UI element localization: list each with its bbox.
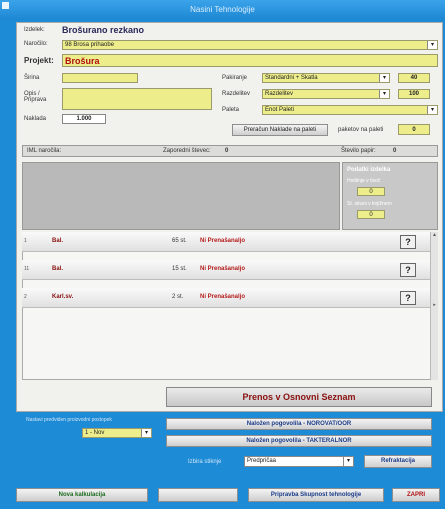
row-number: 1	[24, 238, 27, 244]
sirina-field[interactable]	[62, 73, 138, 83]
pakiranje-value: Standardni + Škatla	[265, 75, 318, 81]
narocilo-label: Naročilo:	[24, 41, 48, 47]
scroll-up-icon[interactable]: ▲	[431, 232, 438, 238]
nalozen-takteralnor-button[interactable]: Naložen pogovolila - TAKTERALNOR	[166, 435, 432, 447]
row-number: 11	[24, 266, 30, 272]
razdelitev-number[interactable]: 100	[398, 89, 430, 99]
naklada-label: Naklada	[24, 116, 47, 122]
paketov-label: paketov na paleti	[338, 127, 384, 133]
nova-kalkulacija-button[interactable]: Nova kalkulacija	[16, 488, 148, 502]
razdelitev-select[interactable]: Razdelitev ▾	[262, 89, 390, 99]
row-kind: Bal.	[52, 238, 64, 244]
zaporedni-value: 0	[225, 148, 229, 154]
izbira-label: Izbira stiknje	[188, 459, 222, 465]
iml-label: IML naročila:	[27, 148, 62, 154]
izdelek-label: Izdelek:	[24, 27, 45, 33]
pakiranje-label: Pakiranje	[222, 75, 248, 81]
projekt-value: Brošura	[65, 56, 100, 66]
izbira-select[interactable]: Predpričaa ▾	[244, 456, 354, 467]
refraktacija-button[interactable]: Refraktacija	[364, 455, 432, 468]
row-status: Ni Prenašanaljo	[200, 294, 246, 300]
nalozen-norovat-button[interactable]: Naložen pogovolila - NOROVAT/OOR	[166, 418, 432, 430]
izbira-value: Predpričaa	[247, 458, 277, 464]
info-bar: IML naročila: Zaporedni števec: 0 Števil…	[22, 145, 438, 157]
chevron-down-icon[interactable]: ▾	[427, 106, 437, 114]
list-item[interactable]: 2 Karl.sv. 2 st. Ni Prenašanaljo ?	[22, 288, 430, 308]
prenos-button[interactable]: Prenos v Osnovni Seznam	[166, 387, 432, 407]
projekt-label: Projekt:	[24, 56, 54, 65]
window-titlebar: Nasini Tehnologije	[0, 0, 445, 20]
side-field2-label: St. strani v knjižnem	[347, 201, 392, 207]
paleta-select[interactable]: Enot Paleti ▾	[262, 105, 438, 115]
row-kind: Karl.sv.	[52, 294, 74, 300]
projekt-field[interactable]: Brošura	[62, 54, 438, 67]
preracun-button[interactable]: Preračun Naklade na paleti	[232, 124, 328, 136]
razdelitev-label: Razdelitev	[222, 91, 251, 97]
chevron-down-icon[interactable]: ▾	[379, 90, 389, 98]
list-item[interactable]: 11 Bal. 15 st. Ni Prenašanaljo ?	[22, 260, 430, 280]
help-icon[interactable]: ?	[400, 263, 416, 277]
izdelek-value: Brošurano rezkano	[62, 25, 145, 35]
pakiranje-select[interactable]: Standardni + Škatla ▾	[262, 73, 390, 83]
postopek-select[interactable]: 1 - Nov ▾	[82, 428, 152, 438]
list-scrollbar[interactable]: ▲ ▸	[430, 232, 438, 380]
zapri-button[interactable]: ZAPRI	[392, 488, 440, 502]
window-title: Nasini Tehnologije	[190, 5, 255, 14]
chevron-down-icon[interactable]: ▾	[427, 41, 437, 49]
chevron-down-icon[interactable]: ▾	[141, 429, 151, 437]
help-icon[interactable]: ?	[400, 291, 416, 305]
postopek-label: Nastavi predviden proizvodni postopek	[26, 417, 112, 423]
side-field1-label: Hotilinje v tisoč	[347, 178, 381, 184]
paketov-value[interactable]: 0	[398, 124, 430, 135]
naklada-field[interactable]: 1.000	[62, 114, 106, 124]
list-item[interactable]: 1 Bal. 65 st. Ni Prenašanaljo ?	[22, 232, 430, 252]
row-qty: 2 st.	[172, 294, 184, 300]
sirina-label: Širina	[24, 75, 40, 81]
window-menu-icon[interactable]	[2, 2, 9, 9]
row-qty: 65 st.	[172, 238, 187, 244]
narocilo-select[interactable]: 98 Brosa prihaobe ▾	[62, 40, 438, 50]
row-status: Ni Prenašanaljo	[200, 266, 246, 272]
chevron-down-icon[interactable]: ▾	[343, 457, 353, 466]
chevron-down-icon[interactable]: ▾	[379, 74, 389, 82]
pripravba-button[interactable]: Pripravba Skupnost tehnologije	[248, 488, 384, 502]
opis-label: Opis / Pripravа	[24, 91, 47, 103]
row-status: Ni Prenašanaljo	[200, 238, 246, 244]
row-kind: Bal.	[52, 266, 64, 272]
side-panel-title: Podatki izdelka	[347, 167, 391, 173]
help-icon[interactable]: ?	[400, 235, 416, 249]
zaporedni-label: Zaporedni števec:	[163, 148, 211, 154]
work-area	[22, 162, 340, 230]
side-field2-value[interactable]: 0	[357, 210, 385, 219]
narocilo-value: 98 Brosa prihaobe	[65, 42, 115, 48]
opis-field[interactable]	[62, 88, 212, 110]
paleta-value: Enot Paleti	[265, 107, 295, 113]
pakiranje-number[interactable]: 40	[398, 73, 430, 83]
side-field1-value[interactable]: 0	[357, 187, 385, 196]
razdelitev-value: Razdelitev	[265, 91, 294, 97]
row-number: 2	[24, 294, 27, 300]
side-panel: Podatki izdelka Hotilinje v tisoč 0 St. …	[342, 162, 438, 230]
row-qty: 15 st.	[172, 266, 187, 272]
stevilo-label: Število papir:	[341, 148, 376, 154]
blank-button[interactable]	[158, 488, 238, 502]
scroll-right-icon[interactable]: ▸	[431, 302, 438, 308]
paleta-label: Paleta	[222, 107, 240, 113]
stevilo-value: 0	[393, 148, 397, 154]
